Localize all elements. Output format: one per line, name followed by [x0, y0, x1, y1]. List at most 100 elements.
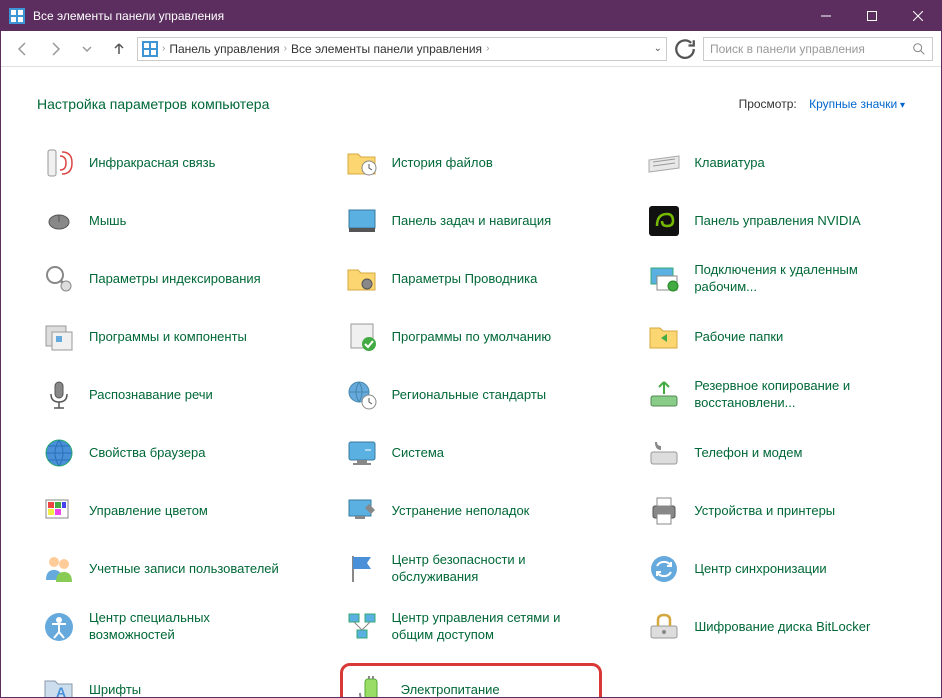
- titlebar-left: Все элементы панели управления: [9, 8, 224, 24]
- item-work-folders[interactable]: Рабочие папки: [642, 315, 905, 359]
- microphone-icon: [41, 377, 77, 413]
- bitlocker-icon: [646, 609, 682, 645]
- breadcrumb-seg-1[interactable]: Панель управления: [169, 42, 279, 56]
- address-icon: [142, 41, 158, 57]
- close-button[interactable]: [895, 1, 941, 31]
- breadcrumb-separator[interactable]: ›: [284, 43, 287, 54]
- forward-button[interactable]: [41, 35, 69, 63]
- infrared-icon: [41, 145, 77, 181]
- item-keyboard[interactable]: Клавиатура: [642, 141, 905, 185]
- item-label: Параметры Проводника: [392, 271, 538, 288]
- item-ease-of-access[interactable]: Центр специальных возможностей: [37, 605, 300, 649]
- item-indexing[interactable]: Параметры индексирования: [37, 257, 300, 301]
- search-input[interactable]: Поиск в панели управления: [703, 37, 933, 61]
- up-button[interactable]: [105, 35, 133, 63]
- item-fonts[interactable]: A Шрифты: [37, 663, 300, 697]
- flag-icon: [344, 551, 380, 587]
- globe-clock-icon: [344, 377, 380, 413]
- minimize-button[interactable]: [803, 1, 849, 31]
- item-label: Резервное копирование и восстановлени...: [694, 378, 901, 412]
- recent-locations-button[interactable]: [73, 35, 101, 63]
- window-controls: [803, 1, 941, 31]
- backup-icon: [646, 377, 682, 413]
- network-icon: [344, 609, 380, 645]
- item-troubleshooting[interactable]: Устранение неполадок: [340, 489, 603, 533]
- troubleshooting-icon: [344, 493, 380, 529]
- item-mouse[interactable]: Мышь: [37, 199, 300, 243]
- address-dropdown[interactable]: ⌄: [654, 43, 662, 54]
- users-icon: [41, 551, 77, 587]
- item-system[interactable]: Система: [340, 431, 603, 475]
- keyboard-icon: [646, 145, 682, 181]
- mouse-icon: [41, 203, 77, 239]
- item-label: Инфракрасная связь: [89, 155, 215, 172]
- item-infrared[interactable]: Инфракрасная связь: [37, 141, 300, 185]
- printer-icon: [646, 493, 682, 529]
- item-phone-modem[interactable]: Телефон и модем: [642, 431, 905, 475]
- item-color-management[interactable]: Управление цветом: [37, 489, 300, 533]
- item-default-programs[interactable]: Программы по умолчанию: [340, 315, 603, 359]
- default-programs-icon: [344, 319, 380, 355]
- view-label: Просмотр:: [739, 97, 797, 111]
- globe-icon: [41, 435, 77, 471]
- item-speech-recognition[interactable]: Распознавание речи: [37, 373, 300, 417]
- titlebar: Все элементы панели управления: [1, 1, 941, 31]
- fonts-icon: A: [41, 672, 77, 697]
- programs-icon: [41, 319, 77, 355]
- item-label: Управление цветом: [89, 503, 208, 520]
- item-bitlocker[interactable]: Шифрование диска BitLocker: [642, 605, 905, 649]
- item-internet-options[interactable]: Свойства браузера: [37, 431, 300, 475]
- folder-gear-icon: [344, 261, 380, 297]
- nvidia-icon: [646, 203, 682, 239]
- search-icon: [912, 42, 926, 56]
- item-label: Шифрование диска BitLocker: [694, 619, 870, 636]
- item-label: Программы по умолчанию: [392, 329, 551, 346]
- remote-desktop-icon: [646, 261, 682, 297]
- item-label: Программы и компоненты: [89, 329, 247, 346]
- search-gear-icon: [41, 261, 77, 297]
- item-programs-features[interactable]: Программы и компоненты: [37, 315, 300, 359]
- item-user-accounts[interactable]: Учетные записи пользователей: [37, 547, 300, 591]
- item-explorer-options[interactable]: Параметры Проводника: [340, 257, 603, 301]
- breadcrumb-separator[interactable]: ›: [486, 43, 489, 54]
- phone-modem-icon: [646, 435, 682, 471]
- item-file-history[interactable]: История файлов: [340, 141, 603, 185]
- maximize-button[interactable]: [849, 1, 895, 31]
- item-nvidia[interactable]: Панель управления NVIDIA: [642, 199, 905, 243]
- item-label: История файлов: [392, 155, 493, 172]
- item-security-maintenance[interactable]: Центр безопасности и обслуживания: [340, 547, 603, 591]
- address-bar[interactable]: › Панель управления › Все элементы панел…: [137, 37, 667, 61]
- item-devices-printers[interactable]: Устройства и принтеры: [642, 489, 905, 533]
- item-label: Центр синхронизации: [694, 561, 826, 578]
- item-label: Телефон и модем: [694, 445, 802, 462]
- item-region[interactable]: Региональные стандарты: [340, 373, 603, 417]
- item-label: Центр специальных возможностей: [89, 610, 296, 644]
- item-label: Панель задач и навигация: [392, 213, 552, 230]
- item-label: Шрифты: [89, 682, 141, 697]
- item-label: Распознавание речи: [89, 387, 213, 404]
- control-panel-window: Все элементы панели управления › Панель …: [0, 0, 942, 698]
- view-dropdown[interactable]: Крупные значки: [809, 97, 905, 111]
- refresh-button[interactable]: [671, 35, 699, 63]
- search-placeholder: Поиск в панели управления: [710, 42, 865, 56]
- item-remote-desktop[interactable]: Подключения к удаленным рабочим...: [642, 257, 905, 301]
- item-backup-restore[interactable]: Резервное копирование и восстановлени...: [642, 373, 905, 417]
- item-label: Электропитание: [401, 682, 500, 697]
- svg-text:A: A: [56, 684, 66, 697]
- item-label: Центр безопасности и обслуживания: [392, 552, 599, 586]
- accessibility-icon: [41, 609, 77, 645]
- window-title: Все элементы панели управления: [33, 9, 224, 23]
- breadcrumb-seg-2[interactable]: Все элементы панели управления: [291, 42, 482, 56]
- work-folders-icon: [646, 319, 682, 355]
- item-label: Подключения к удаленным рабочим...: [694, 262, 901, 296]
- item-label: Система: [392, 445, 444, 462]
- item-label: Параметры индексирования: [89, 271, 261, 288]
- item-taskbar[interactable]: Панель задач и навигация: [340, 199, 603, 243]
- view-selector: Просмотр: Крупные значки: [739, 95, 905, 113]
- item-sync-center[interactable]: Центр синхронизации: [642, 547, 905, 591]
- back-button[interactable]: [9, 35, 37, 63]
- breadcrumb-separator[interactable]: ›: [162, 43, 165, 54]
- item-network-sharing[interactable]: Центр управления сетями и общим доступом: [340, 605, 603, 649]
- item-power-options[interactable]: Электропитание: [340, 663, 603, 697]
- taskbar-icon: [344, 203, 380, 239]
